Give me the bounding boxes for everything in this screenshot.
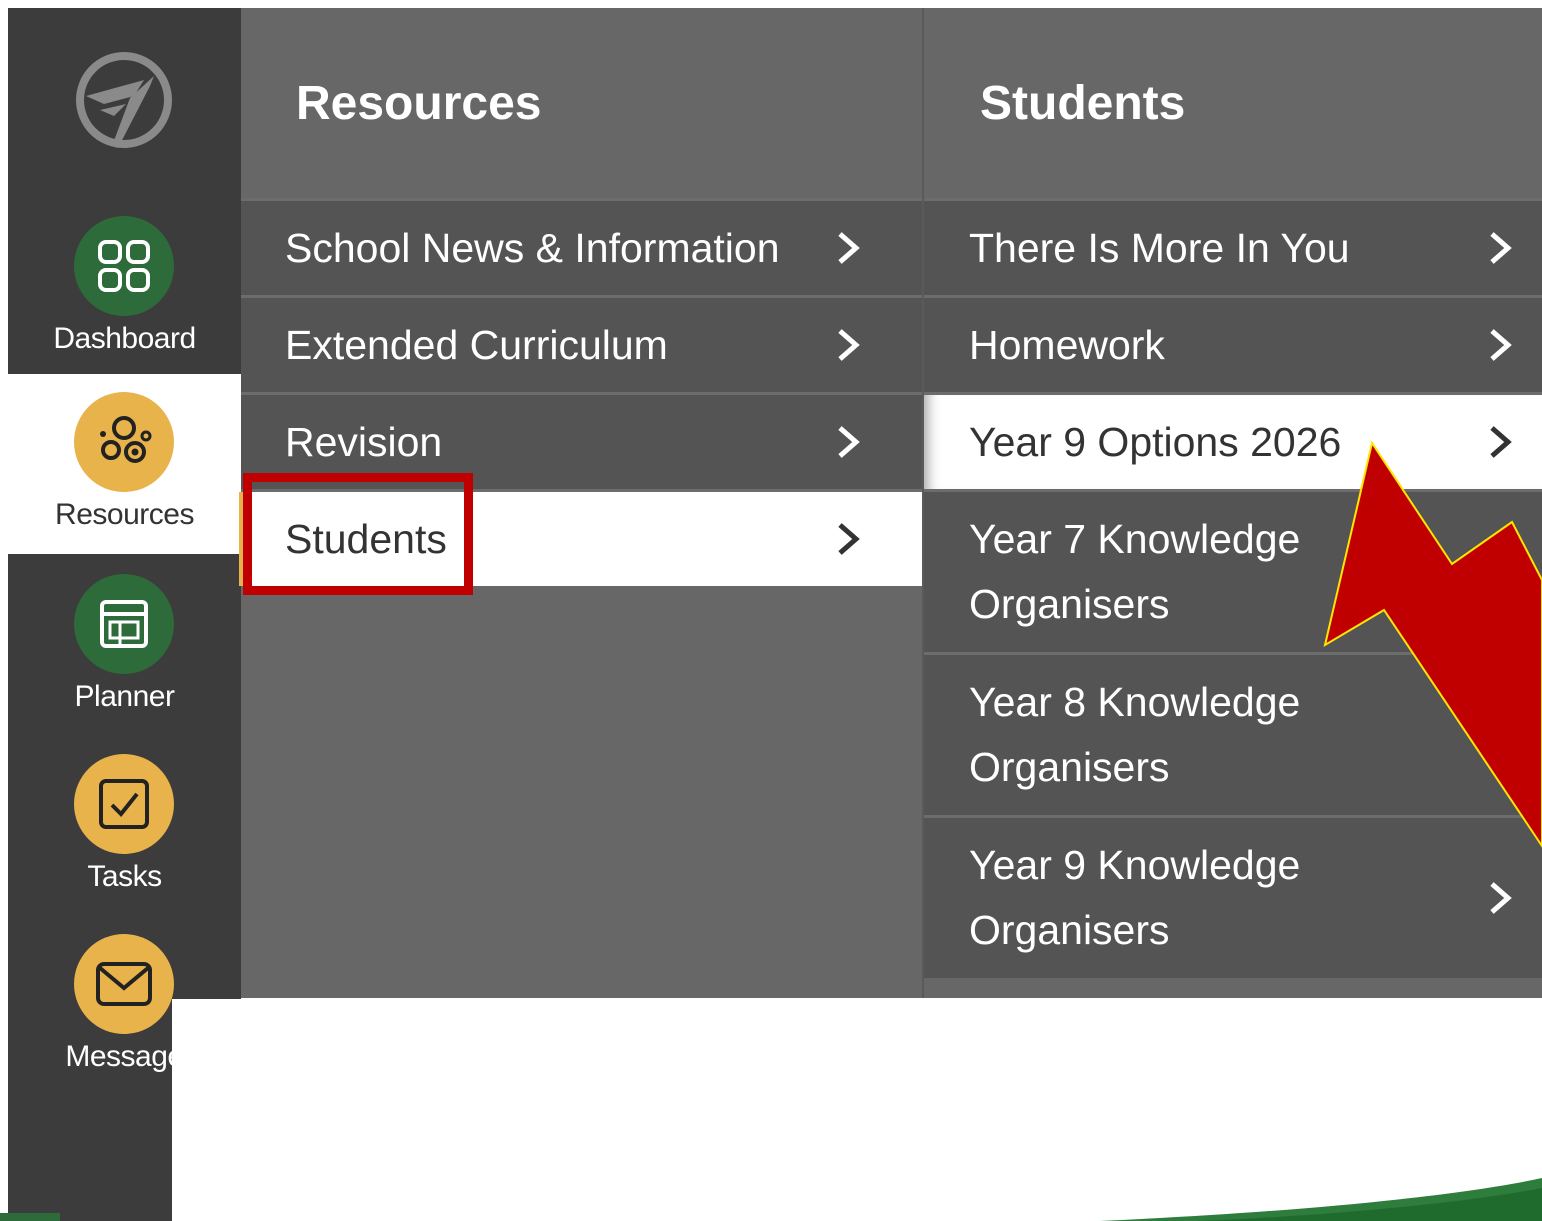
decorative-swoosh <box>0 1178 1542 1221</box>
